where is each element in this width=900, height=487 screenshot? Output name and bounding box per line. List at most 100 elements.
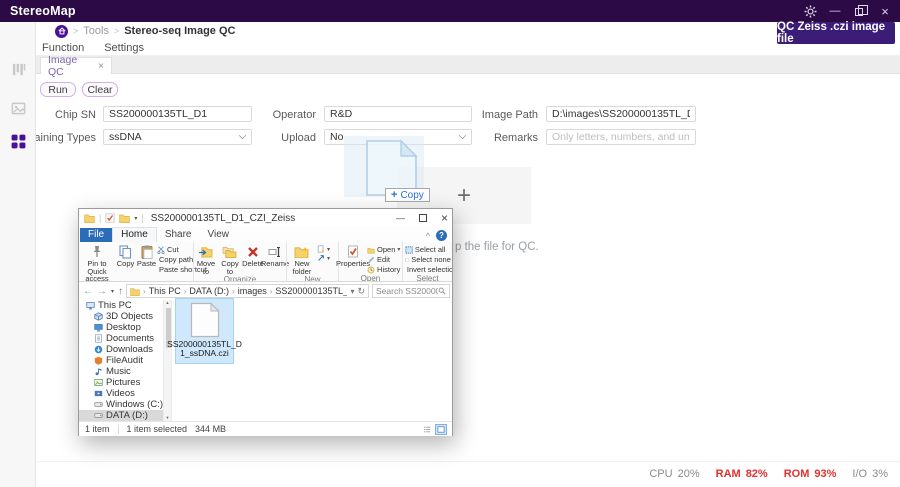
- remarks-input[interactable]: [546, 129, 696, 145]
- open-icon: [367, 246, 375, 254]
- up-button[interactable]: ↑: [118, 286, 123, 297]
- pin-to-quick-access-button[interactable]: Pin to Quick access: [79, 244, 115, 282]
- restore-button[interactable]: [851, 2, 869, 20]
- tree-item-music[interactable]: Music: [79, 366, 163, 377]
- rom-label: ROM: [784, 468, 810, 480]
- tree-label: This PC: [98, 300, 132, 311]
- paste-button[interactable]: Paste: [136, 244, 157, 268]
- select-none-button[interactable]: Select none: [405, 255, 451, 264]
- move-to-button[interactable]: Move to: [194, 244, 218, 275]
- breadcrumb-separator: >: [73, 26, 78, 36]
- select-all-button[interactable]: Select all: [405, 245, 451, 254]
- menu-function[interactable]: Function: [40, 42, 86, 54]
- history-button[interactable]: History: [367, 265, 401, 274]
- clear-button[interactable]: Clear: [82, 82, 118, 97]
- tree-item-documents[interactable]: Documents: [79, 333, 163, 344]
- back-button[interactable]: ←: [83, 286, 93, 297]
- scroll-down-icon[interactable]: ▼: [166, 416, 170, 421]
- ribbon-tab-view[interactable]: View: [200, 228, 238, 242]
- explorer-statusbar: 1 item 1 item selected 344 MB: [79, 421, 452, 436]
- paste-shortcut-button[interactable]: Paste shortcut: [157, 265, 193, 274]
- crumb-data-d[interactable]: DATA (D:): [189, 286, 229, 296]
- explorer-search-input[interactable]: Search SS200000135TL...: [372, 284, 450, 298]
- copy-button[interactable]: Copy: [115, 244, 136, 268]
- crumb-current-folder[interactable]: SS200000135TL_D1_CZI_Zeiss: [275, 286, 347, 296]
- minimize-button[interactable]: —: [826, 2, 844, 20]
- qat-dropdown-icon[interactable]: ▾: [134, 215, 137, 222]
- explorer-maximize-button[interactable]: [419, 214, 427, 222]
- breadcrumb-tools[interactable]: Tools: [83, 25, 109, 37]
- tree-item-desktop[interactable]: Desktop: [79, 322, 163, 333]
- tree-scrollbar[interactable]: ▲ ▼: [163, 300, 172, 421]
- settings-gear-button[interactable]: [801, 2, 819, 20]
- tree-item-3d-objects[interactable]: 3D Objects: [79, 311, 163, 322]
- tab-image-qc[interactable]: Image QC ×: [40, 57, 112, 74]
- edit-button[interactable]: Edit: [367, 255, 401, 264]
- refresh-icon[interactable]: ↻: [357, 286, 365, 297]
- tree-item-data-d[interactable]: DATA (D:): [79, 410, 163, 421]
- ribbon-group-select: Select all Select none Inv: [403, 242, 452, 281]
- recent-locations-icon[interactable]: ▾: [111, 288, 114, 295]
- easy-access-button[interactable]: ▾: [317, 254, 337, 262]
- chip-sn-input[interactable]: [103, 106, 252, 122]
- large-icons-view-icon: [437, 426, 445, 433]
- tree-label: DATA (D:): [106, 410, 148, 421]
- tree-item-windows-c[interactable]: Windows (C:): [79, 399, 163, 410]
- new-item-button[interactable]: ▾: [317, 245, 337, 253]
- large-icons-view-button[interactable]: [435, 424, 447, 435]
- rom-status: ROM 93%: [784, 468, 837, 480]
- ribbon-tab-home[interactable]: Home: [112, 227, 157, 242]
- help-icon[interactable]: ?: [436, 230, 447, 241]
- scroll-up-icon[interactable]: ▲: [166, 301, 170, 306]
- copy-path-button[interactable]: Copy path: [157, 255, 193, 264]
- cut-button[interactable]: Cut: [157, 245, 193, 254]
- sidebar-item-apps-active[interactable]: [10, 133, 27, 150]
- run-button[interactable]: Run: [40, 82, 76, 97]
- tree-item-downloads[interactable]: Downloads: [79, 344, 163, 355]
- explorer-close-button[interactable]: ×: [441, 211, 448, 225]
- operator-input[interactable]: [324, 106, 472, 122]
- new-folder-qat-icon[interactable]: [119, 213, 130, 223]
- copy-to-button[interactable]: Copy to: [218, 244, 242, 275]
- details-view-button[interactable]: [421, 424, 433, 435]
- file-explorer-window: | ▾ | SS200000135TL_D1_CZI_Zeiss — × Fil…: [78, 208, 453, 436]
- address-box[interactable]: › This PC › DATA (D:) › images › SS20000…: [126, 284, 369, 298]
- crumb-this-pc[interactable]: This PC: [149, 286, 181, 296]
- forward-button[interactable]: →: [97, 286, 107, 297]
- invert-selection-label: Invert selection: [407, 265, 452, 274]
- menu-settings[interactable]: Settings: [102, 42, 146, 54]
- ribbon-tab-file[interactable]: File: [80, 228, 112, 242]
- easy-access-icon: [317, 254, 325, 262]
- tab-close-icon[interactable]: ×: [98, 61, 104, 72]
- tree-item-this-pc[interactable]: This PC: [79, 300, 163, 311]
- paste-label: Paste: [137, 260, 156, 268]
- tree-item-fileaudit[interactable]: FileAudit: [79, 355, 163, 366]
- tree-label: FileAudit: [106, 355, 143, 366]
- address-dropdown-icon[interactable]: ▾: [350, 287, 354, 296]
- select-none-icon: [405, 256, 409, 264]
- crumb-images[interactable]: images: [238, 286, 267, 296]
- pictures-icon: [94, 378, 103, 387]
- sidebar-item-chip-qc[interactable]: [10, 61, 27, 78]
- dropdown-icon: ▾: [327, 255, 330, 262]
- image-path-input[interactable]: [546, 106, 696, 122]
- rename-button[interactable]: Rename: [264, 244, 286, 268]
- properties-check-icon[interactable]: [105, 213, 115, 223]
- invert-selection-button[interactable]: Invert selection: [405, 265, 451, 274]
- properties-button[interactable]: Properties: [339, 244, 367, 268]
- copy-label: Copy: [117, 260, 135, 268]
- explorer-titlebar[interactable]: | ▾ | SS200000135TL_D1_CZI_Zeiss — ×: [79, 209, 452, 227]
- open-button[interactable]: Open ▾: [367, 245, 401, 254]
- file-item-czi[interactable]: SS200000135TL_D 1_ssDNA.czi: [175, 298, 234, 364]
- ribbon-collapse-icon[interactable]: ^: [426, 231, 430, 241]
- new-folder-button[interactable]: New folder: [287, 244, 317, 275]
- explorer-minimize-button[interactable]: —: [396, 213, 405, 223]
- tree-item-videos[interactable]: Videos: [79, 388, 163, 399]
- stereomap-window: StereoMap — ×: [0, 0, 900, 487]
- staining-types-select[interactable]: ssDNA: [103, 129, 252, 145]
- home-button[interactable]: [55, 25, 68, 38]
- ribbon-tab-share[interactable]: Share: [157, 228, 200, 242]
- sidebar-item-image-tools[interactable]: [10, 100, 27, 117]
- tree-item-pictures[interactable]: Pictures: [79, 377, 163, 388]
- close-button[interactable]: ×: [876, 2, 894, 20]
